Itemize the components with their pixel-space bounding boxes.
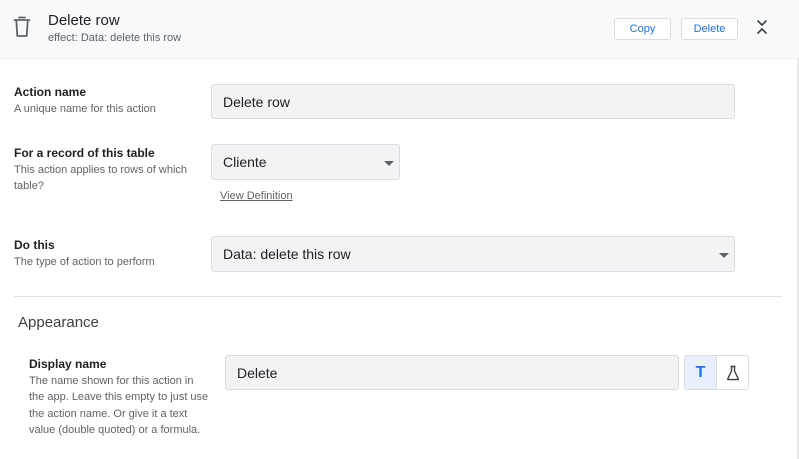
dropdown-caret-icon <box>719 253 729 258</box>
do-this-label: Do this <box>14 238 55 252</box>
action-name-value: Delete row <box>223 93 290 110</box>
action-title: Delete row <box>48 12 120 29</box>
display-name-value: Delete <box>237 364 278 381</box>
action-name-description: A unique name for this action <box>14 103 156 115</box>
display-name-description: The name shown for this action in the ap… <box>29 375 209 436</box>
trash-icon <box>13 16 31 37</box>
display-name-input[interactable]: Delete <box>225 355 679 390</box>
do-this-select[interactable]: Data: delete this row <box>211 236 735 272</box>
action-name-label: Action name <box>14 85 87 99</box>
formula-mode-button[interactable] <box>716 355 749 390</box>
table-select[interactable]: Cliente <box>211 144 400 180</box>
dropdown-caret-icon <box>384 161 394 166</box>
table-label: For a record of this table <box>14 146 155 160</box>
delete-button[interactable]: Delete <box>681 18 738 40</box>
effect-value: Data: delete this row <box>80 32 182 44</box>
effect-prefix: effect: <box>48 32 78 44</box>
flask-icon <box>726 365 739 380</box>
view-definition-link[interactable]: View Definition <box>220 190 293 202</box>
action-effect-summary: effect: Data: delete this row <box>48 32 181 44</box>
display-name-label: Display name <box>29 357 107 371</box>
text-mode-button[interactable]: T <box>684 355 717 390</box>
action-header[interactable]: Delete row effect: Data: delete this row… <box>0 0 799 59</box>
text-mode-icon: T <box>695 363 706 381</box>
action-name-input[interactable]: Delete row <box>211 84 735 119</box>
table-select-value: Cliente <box>223 154 267 170</box>
table-description: This action applies to rows of which tab… <box>14 164 188 193</box>
section-divider <box>14 296 782 297</box>
appearance-section-title: Appearance <box>18 314 99 331</box>
do-this-select-value: Data: delete this row <box>223 246 351 262</box>
collapse-icon[interactable] <box>754 18 770 36</box>
do-this-description: The type of action to perform <box>14 256 155 268</box>
copy-button[interactable]: Copy <box>614 18 671 40</box>
